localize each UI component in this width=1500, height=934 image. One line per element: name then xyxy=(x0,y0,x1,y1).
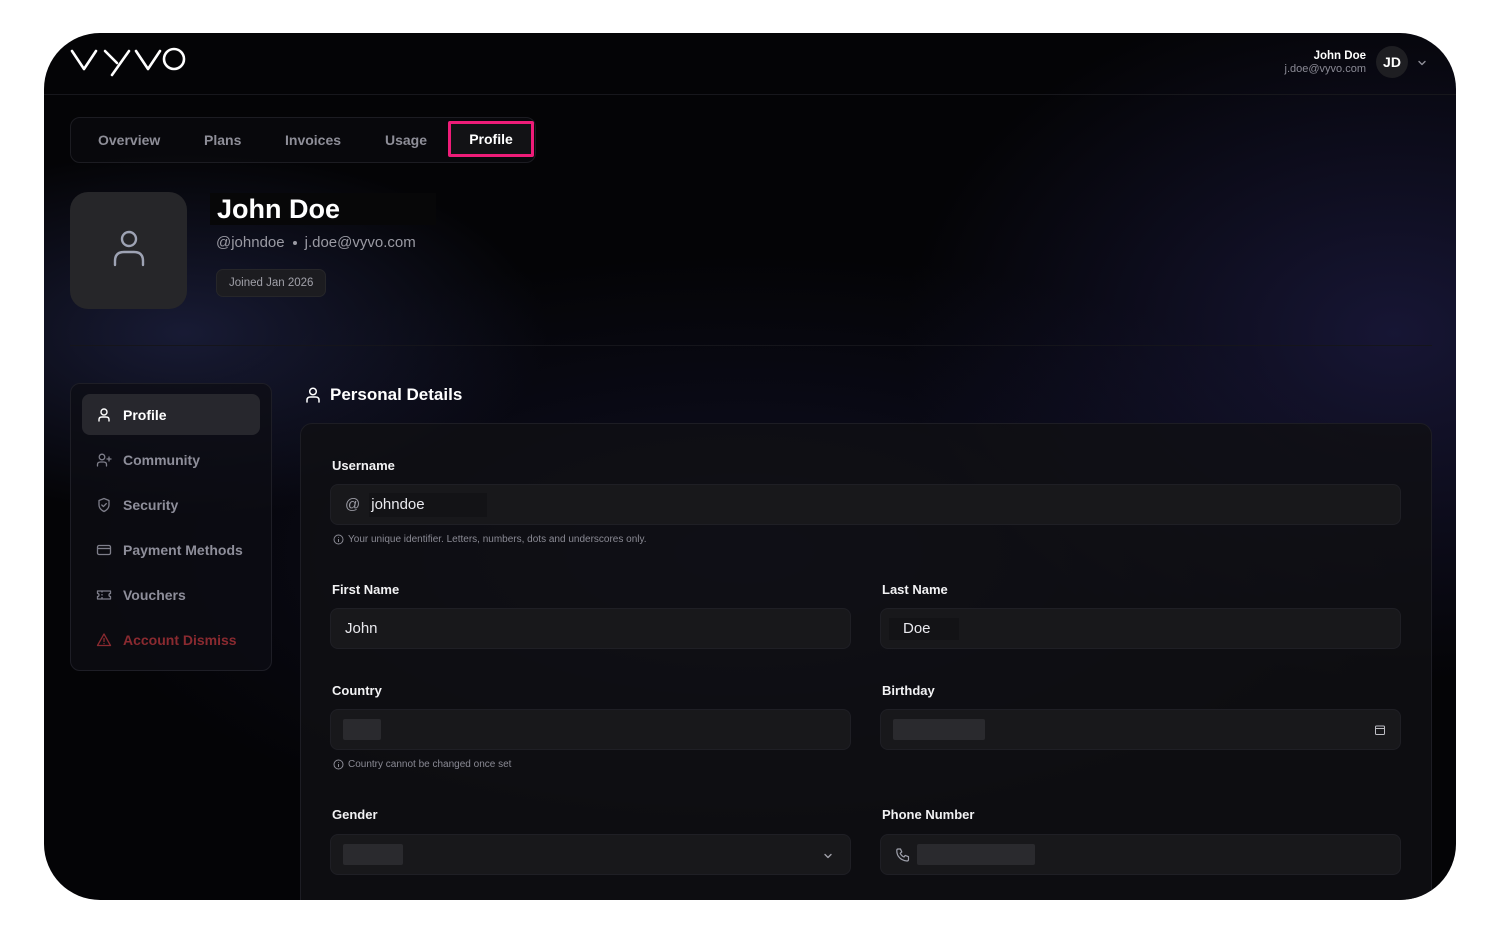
section-title-text: Personal Details xyxy=(330,385,463,404)
app-window: John Doe j.doe@vyvo.com JD Overview Plan… xyxy=(44,33,1456,900)
phone-value-redacted xyxy=(917,844,1035,865)
birthday-label: Birthday xyxy=(882,683,935,698)
country-hint: Country cannot be changed once set xyxy=(333,759,511,770)
first-name-field[interactable]: John xyxy=(330,608,851,649)
chevron-down-icon[interactable] xyxy=(822,849,834,866)
sidebar-item-label: Payment Methods xyxy=(123,541,243,558)
country-hint-text: Country cannot be changed once set xyxy=(348,759,512,770)
sidebar-item-payment-methods[interactable]: Payment Methods xyxy=(82,529,260,570)
phone-field[interactable] xyxy=(880,834,1401,875)
first-name-value: John xyxy=(345,620,378,637)
sidebar-item-label: Security xyxy=(123,496,179,513)
username-value: johndoe xyxy=(369,492,487,517)
username-label: Username xyxy=(332,458,395,473)
profile-avatar[interactable] xyxy=(70,192,187,309)
tab-invoices[interactable]: Invoices xyxy=(285,118,341,162)
profile-meta: @johndoe j.doe@vyvo.com xyxy=(216,234,416,251)
country-label: Country xyxy=(332,683,382,698)
vyvo-logo[interactable] xyxy=(70,45,188,82)
settings-sidebar: Profile Community Security Payment Metho… xyxy=(70,383,272,671)
phone-label: Phone Number xyxy=(882,807,975,822)
info-icon xyxy=(333,534,344,545)
divider xyxy=(70,345,1432,346)
avatar[interactable]: JD xyxy=(1376,46,1408,78)
sidebar-item-security[interactable]: Security xyxy=(82,484,260,525)
user-info: John Doe j.doe@vyvo.com xyxy=(1285,49,1366,76)
tab-overview[interactable]: Overview xyxy=(98,118,160,162)
ticket-icon xyxy=(96,587,112,603)
user-menu[interactable]: John Doe j.doe@vyvo.com JD xyxy=(1285,46,1428,78)
separator-dot xyxy=(292,240,297,245)
last-name-value: Doe xyxy=(889,617,959,640)
warning-icon xyxy=(96,632,112,648)
credit-card-icon xyxy=(96,542,112,558)
calendar-icon[interactable] xyxy=(1374,723,1386,740)
tab-usage[interactable]: Usage xyxy=(385,118,427,162)
profile-email: j.doe@vyvo.com xyxy=(304,234,416,251)
user-icon xyxy=(112,228,146,273)
sidebar-item-vouchers[interactable]: Vouchers xyxy=(82,574,260,615)
tab-profile[interactable]: Profile xyxy=(448,121,534,157)
user-email: j.doe@vyvo.com xyxy=(1284,62,1366,75)
profile-name: John Doe xyxy=(210,193,436,225)
username-hint: Your unique identifier. Letters, numbers… xyxy=(333,534,647,545)
last-name-field[interactable]: Doe xyxy=(880,608,1401,649)
gender-value-redacted xyxy=(343,844,403,865)
user-name: John Doe xyxy=(1313,49,1366,62)
sidebar-item-account-dismiss[interactable]: Account Dismiss xyxy=(82,619,260,660)
tab-plans[interactable]: Plans xyxy=(204,118,241,162)
country-select[interactable] xyxy=(330,709,851,750)
at-prefix: @ xyxy=(345,496,361,513)
gender-select[interactable] xyxy=(330,834,851,875)
user-plus-icon xyxy=(96,452,112,468)
phone-icon xyxy=(895,847,911,863)
shield-icon xyxy=(96,497,112,513)
sidebar-item-label: Vouchers xyxy=(123,586,186,603)
birthday-field[interactable] xyxy=(880,709,1401,750)
profile-handle: @johndoe xyxy=(216,234,285,251)
user-icon xyxy=(96,407,112,423)
sidebar-item-label: Community xyxy=(123,451,200,468)
top-bar: John Doe j.doe@vyvo.com JD xyxy=(44,33,1456,95)
info-icon xyxy=(333,759,344,770)
personal-details-card: Username @ johndoe Your unique identifie… xyxy=(300,423,1432,900)
joined-badge: Joined Jan 2026 xyxy=(216,269,327,297)
sidebar-item-profile[interactable]: Profile xyxy=(82,394,260,435)
first-name-label: First Name xyxy=(332,582,400,597)
sidebar-item-label: Profile xyxy=(123,406,167,423)
sidebar-item-community[interactable]: Community xyxy=(82,439,260,480)
country-value-redacted xyxy=(343,719,381,740)
user-icon xyxy=(304,386,322,404)
username-field[interactable]: @ johndoe xyxy=(330,484,1401,525)
gender-label: Gender xyxy=(332,807,378,822)
birthday-value-redacted xyxy=(893,719,985,740)
section-title: Personal Details xyxy=(304,385,462,405)
sidebar-item-label: Account Dismiss xyxy=(123,631,237,648)
chevron-down-icon[interactable] xyxy=(1416,56,1428,68)
username-hint-text: Your unique identifier. Letters, numbers… xyxy=(348,534,647,545)
last-name-label: Last Name xyxy=(882,582,948,597)
tab-bar: Overview Plans Invoices Usage Profile xyxy=(70,117,536,163)
